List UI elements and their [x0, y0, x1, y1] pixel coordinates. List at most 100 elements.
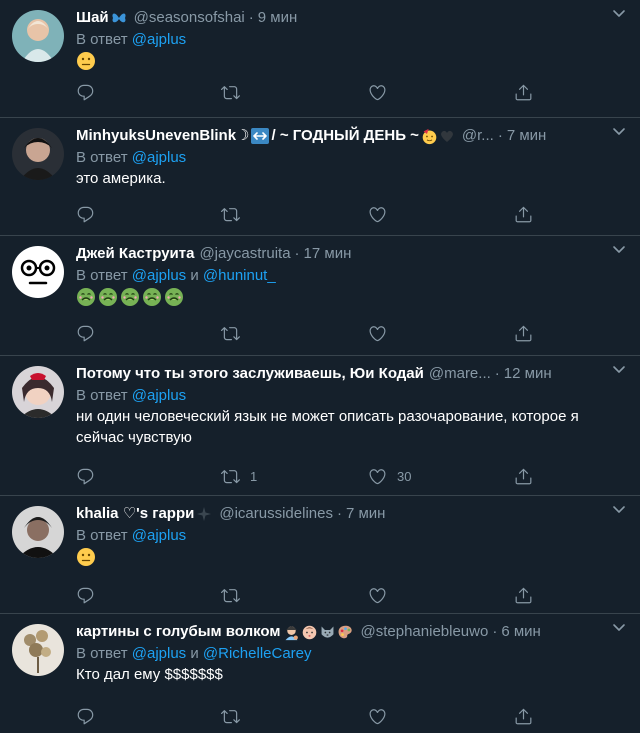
reply-context: В ответ @ajplus — [76, 149, 187, 166]
wolf-emoji — [321, 626, 333, 638]
tweet-text: это америка. — [76, 170, 166, 187]
reply-button[interactable] — [76, 585, 95, 605]
retweet-button[interactable] — [221, 82, 240, 102]
heart-icon — [368, 83, 387, 102]
tweet[interactable]: Шай @seasonsofshai · 9 мин В ответ @ajpl… — [0, 0, 640, 118]
reply-button[interactable] — [76, 82, 95, 102]
face-emoji — [302, 625, 316, 639]
timestamp[interactable]: 6 мин — [501, 622, 541, 642]
share-icon — [514, 83, 533, 102]
tweet-emojis — [76, 51, 628, 71]
timestamp[interactable]: 7 мин — [507, 126, 547, 146]
tweet[interactable]: MinhyuksUnevenBlink☽ / ~ ГОДНЫЙ ДЕНЬ ~ @… — [0, 118, 640, 236]
share-icon — [514, 467, 533, 486]
tweet[interactable]: Джей Каструита @jaycastruita · 17 мин В … — [0, 236, 640, 356]
like-button[interactable] — [368, 82, 387, 102]
palette-emoji — [338, 625, 352, 638]
mention-link[interactable]: @ajplus — [132, 31, 186, 48]
mention-link[interactable]: @ajplus — [132, 645, 186, 662]
user-handle[interactable]: @seasonsofshai — [134, 8, 245, 28]
separator-dot: · — [492, 623, 498, 640]
avatar[interactable] — [12, 128, 64, 180]
like-button[interactable] — [368, 706, 387, 726]
share-button[interactable] — [514, 585, 533, 605]
mention-link[interactable]: @ajplus — [132, 387, 186, 404]
share-icon — [514, 586, 533, 605]
avatar[interactable] — [12, 366, 64, 418]
display-name[interactable]: Шай — [76, 8, 109, 28]
user-handle[interactable]: @stephaniebleuwo — [361, 622, 489, 642]
tweet-actions — [76, 204, 640, 224]
user-handle[interactable]: @r... — [462, 126, 494, 146]
tweet-actions — [76, 82, 640, 102]
mention-link[interactable]: @RichelleCarey — [203, 645, 312, 662]
timestamp[interactable]: 17 мин — [304, 244, 352, 264]
display-name[interactable]: MinhyuksUnevenBlink☽ — [76, 126, 249, 146]
like-button[interactable]: 30 — [368, 466, 411, 486]
retweet-button[interactable]: 1 — [221, 466, 257, 486]
share-icon — [514, 205, 533, 224]
chevron-down-icon[interactable] — [612, 364, 626, 374]
nauseated-face-emoji — [142, 287, 162, 307]
avatar[interactable] — [12, 506, 64, 558]
separator-dot: · — [494, 365, 500, 382]
reply-button[interactable] — [76, 706, 95, 726]
mention-link[interactable]: @ajplus — [132, 267, 186, 284]
partying-face-emoji — [422, 128, 437, 144]
separator-dot: · — [336, 505, 342, 522]
chevron-down-icon[interactable] — [612, 126, 626, 136]
timestamp[interactable]: 9 мин — [258, 8, 298, 28]
user-handle[interactable]: @jaycastruita — [199, 244, 290, 264]
chevron-down-icon[interactable] — [612, 8, 626, 18]
reply-icon — [76, 205, 95, 224]
display-name[interactable]: khalia ♡'s гарри — [76, 504, 194, 524]
chevron-down-icon[interactable] — [612, 622, 626, 632]
retweet-button[interactable] — [221, 585, 240, 605]
display-name[interactable]: Джей Каструита — [76, 244, 194, 264]
avatar[interactable] — [12, 246, 64, 298]
retweet-icon — [221, 586, 240, 605]
retweet-icon — [221, 707, 240, 726]
tweet[interactable]: Потому что ты этого заслуживаешь, Юи Код… — [0, 356, 640, 496]
display-name[interactable]: картины с голубым волком — [76, 622, 281, 642]
tweet-emojis — [76, 287, 628, 307]
reply-button[interactable] — [76, 466, 95, 486]
reply-button[interactable] — [76, 204, 95, 224]
heart-icon — [368, 467, 387, 486]
butterfly-emoji — [111, 10, 127, 26]
reply-context: В ответ @ajplus — [76, 387, 187, 404]
chevron-down-icon[interactable] — [612, 504, 626, 514]
nauseated-face-emoji — [120, 287, 140, 307]
display-name-suffix[interactable]: / ~ ГОДНЫЙ ДЕНЬ ~ — [271, 126, 418, 146]
name-emojis — [283, 624, 354, 641]
chevron-down-icon[interactable] — [612, 244, 626, 254]
display-name[interactable]: Потому что ты этого заслуживаешь, Юи Код… — [76, 364, 424, 384]
avatar[interactable] — [12, 10, 64, 62]
timestamp[interactable]: 7 мин — [346, 504, 386, 524]
share-button[interactable] — [514, 323, 533, 343]
avatar[interactable] — [12, 624, 64, 676]
timestamp[interactable]: 12 мин — [504, 364, 552, 384]
retweet-button[interactable] — [221, 204, 240, 224]
left-right-arrow-emoji — [251, 128, 270, 144]
like-button[interactable] — [368, 585, 387, 605]
retweet-button[interactable] — [221, 323, 240, 343]
heart-icon — [368, 205, 387, 224]
like-button[interactable] — [368, 323, 387, 343]
mention-link[interactable]: @huninut_ — [203, 267, 276, 284]
reply-icon — [76, 83, 95, 102]
mention-link[interactable]: @ajplus — [132, 527, 186, 544]
user-handle[interactable]: @icarussidelines — [219, 504, 333, 524]
retweet-button[interactable] — [221, 706, 240, 726]
share-button[interactable] — [514, 466, 533, 486]
share-button[interactable] — [514, 706, 533, 726]
tweet[interactable]: картины с голубым волком @stephaniebleuw… — [0, 614, 640, 733]
user-handle[interactable]: @mare... — [429, 364, 491, 384]
reply-button[interactable] — [76, 323, 95, 343]
share-button[interactable] — [514, 204, 533, 224]
mention-link[interactable]: @ajplus — [132, 149, 186, 166]
share-button[interactable] — [514, 82, 533, 102]
tweet[interactable]: khalia ♡'s гарри @icarussidelines · 7 ми… — [0, 496, 640, 614]
tweet-emojis — [76, 547, 628, 567]
like-button[interactable] — [368, 204, 387, 224]
